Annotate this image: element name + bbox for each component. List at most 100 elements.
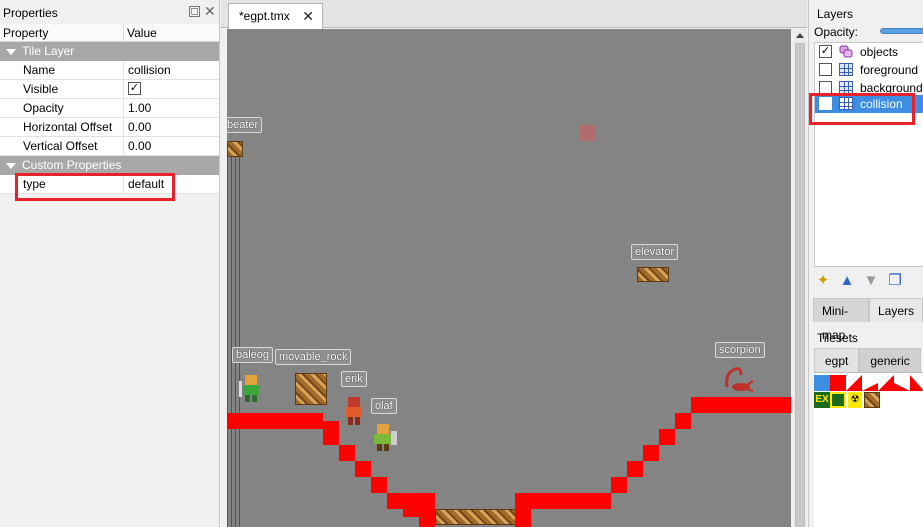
property-key: Horizontal Offset: [0, 118, 124, 136]
opacity-label: Opacity:: [814, 25, 859, 39]
property-row-name[interactable]: Name collision: [0, 61, 219, 80]
new-layer-icon[interactable]: ✦: [814, 272, 832, 290]
map-editor: *egpt.tmx ✕ beater elevator baleog movab…: [221, 0, 807, 527]
property-key: Name: [0, 61, 124, 79]
group-tile-layer[interactable]: Tile Layer: [0, 42, 219, 61]
layer-name: objects: [860, 45, 899, 59]
tab-minimap[interactable]: Mini-map: [813, 298, 869, 342]
property-row-visible[interactable]: Visible ✓: [0, 80, 219, 99]
collision-tile: [691, 397, 791, 413]
property-column-header: Property: [0, 24, 124, 41]
property-value[interactable]: collision: [124, 61, 219, 79]
lower-layer-icon[interactable]: ▼: [862, 272, 880, 290]
object-layer-icon: [839, 45, 853, 58]
property-key: Vertical Offset: [0, 137, 124, 155]
collision-tile: [627, 461, 643, 477]
collision-tile: [371, 477, 387, 493]
tileset-tile[interactable]: [814, 375, 830, 391]
collision-tile: [403, 509, 419, 517]
object-label-movable-rock[interactable]: movable_rock: [275, 349, 352, 365]
object-label-olaf[interactable]: olaf: [371, 398, 397, 414]
visible-checkbox[interactable]: ✓: [128, 82, 141, 96]
value-column-header: Value: [127, 26, 157, 40]
collision-tile: [323, 421, 339, 429]
collision-tile: [643, 445, 659, 461]
float-icon[interactable]: ◻: [189, 6, 200, 17]
highlight-box: [809, 93, 915, 125]
olaf-sprite-icon[interactable]: [369, 421, 399, 453]
property-row-vertical-offset[interactable]: Vertical Offset 0.00: [0, 137, 219, 156]
scroll-up-icon[interactable]: [796, 33, 804, 38]
floor-tile: [435, 509, 517, 525]
properties-title-bar: Properties ◻ ✕: [0, 0, 219, 24]
property-value[interactable]: 0.00: [124, 118, 219, 136]
movable-rock-tile[interactable]: [295, 373, 327, 405]
scorpion-sprite-icon[interactable]: [721, 365, 755, 393]
dock-tabs: Mini-map Layers: [813, 298, 923, 342]
collision-tile: [227, 413, 323, 429]
tileset-tabs: egpt generic: [814, 348, 921, 372]
elevator-tile[interactable]: [637, 267, 669, 282]
rock-tile[interactable]: [864, 392, 880, 408]
tab-layers[interactable]: Layers: [868, 298, 923, 322]
tile-layer-icon: [839, 63, 853, 76]
tileset-tile[interactable]: [830, 392, 846, 408]
layer-visibility-checkbox[interactable]: [819, 63, 832, 76]
beater-tile[interactable]: [227, 141, 243, 157]
collision-tile: [659, 429, 675, 445]
collision-tile: [323, 429, 339, 445]
collision-tile: [339, 445, 355, 461]
tilesets-title: Tilesets: [817, 331, 858, 345]
object-label-scorpion[interactable]: scorpion: [715, 342, 765, 358]
baleog-sprite-icon[interactable]: [237, 371, 265, 403]
property-row-horizontal-offset[interactable]: Horizontal Offset 0.00: [0, 118, 219, 137]
object-label-beater[interactable]: beater: [227, 117, 263, 133]
tileset-slopes-icon[interactable]: [846, 375, 923, 391]
properties-panel: Properties ◻ ✕ Property Value Tile Layer…: [0, 0, 220, 527]
duplicate-layer-icon[interactable]: ❐: [886, 272, 904, 290]
tab-egpt[interactable]: *egpt.tmx ✕: [228, 3, 323, 29]
document-tab-bar: *egpt.tmx ✕: [221, 0, 807, 29]
collapse-arrow-icon[interactable]: [6, 49, 16, 55]
object-label-baleog[interactable]: baleog: [232, 347, 274, 363]
collision-tile: [387, 493, 435, 509]
close-icon[interactable]: ✕: [204, 4, 216, 18]
layer-toolbar: ✦ ▲ ▼ ❐: [814, 270, 904, 292]
hover-tile: [579, 125, 595, 141]
hazard-tile-icon[interactable]: ☢: [848, 392, 862, 408]
group-label: Custom Properties: [22, 158, 122, 172]
tileset-view[interactable]: EX ☢: [814, 372, 923, 527]
tileset-tile[interactable]: [830, 375, 846, 391]
layer-list: ✓ objects foreground background ✓ collis…: [814, 42, 923, 267]
layer-item-foreground[interactable]: foreground: [815, 61, 923, 79]
opacity-slider[interactable]: [880, 28, 923, 34]
collision-tile: [355, 461, 371, 477]
layers-title: Layers: [817, 7, 854, 21]
map-canvas[interactable]: beater elevator baleog movable_rock erik…: [227, 29, 791, 527]
collision-tile: [675, 413, 691, 429]
property-value[interactable]: 1.00: [124, 99, 219, 117]
erik-sprite-icon[interactable]: [340, 395, 368, 427]
layers-panel: Layers Opacity: ✓ objects foreground bac…: [808, 0, 923, 527]
properties-title: Properties: [3, 6, 58, 20]
tab-tileset-egpt[interactable]: egpt: [814, 348, 860, 372]
scrollbar-thumb[interactable]: [795, 43, 805, 527]
highlight-box: [15, 173, 175, 201]
layer-visibility-checkbox[interactable]: ✓: [819, 45, 832, 58]
property-value[interactable]: 0.00: [124, 137, 219, 155]
object-label-elevator[interactable]: elevator: [631, 244, 679, 260]
property-key: Opacity: [0, 99, 124, 117]
layer-item-objects[interactable]: ✓ objects: [815, 43, 923, 61]
collision-tile: [515, 493, 611, 509]
property-row-opacity[interactable]: Opacity 1.00: [0, 99, 219, 118]
property-key: Visible: [0, 80, 124, 98]
tab-tileset-generic[interactable]: generic: [859, 348, 921, 372]
collapse-arrow-icon[interactable]: [6, 163, 16, 169]
close-icon[interactable]: ✕: [302, 4, 314, 28]
group-label: Tile Layer: [22, 44, 75, 58]
raise-layer-icon[interactable]: ▲: [838, 272, 856, 290]
exit-tile-icon[interactable]: EX: [814, 392, 830, 408]
opacity-row: Opacity:: [809, 26, 923, 40]
vertical-scrollbar[interactable]: [793, 29, 807, 527]
object-label-erik[interactable]: erik: [341, 371, 367, 387]
